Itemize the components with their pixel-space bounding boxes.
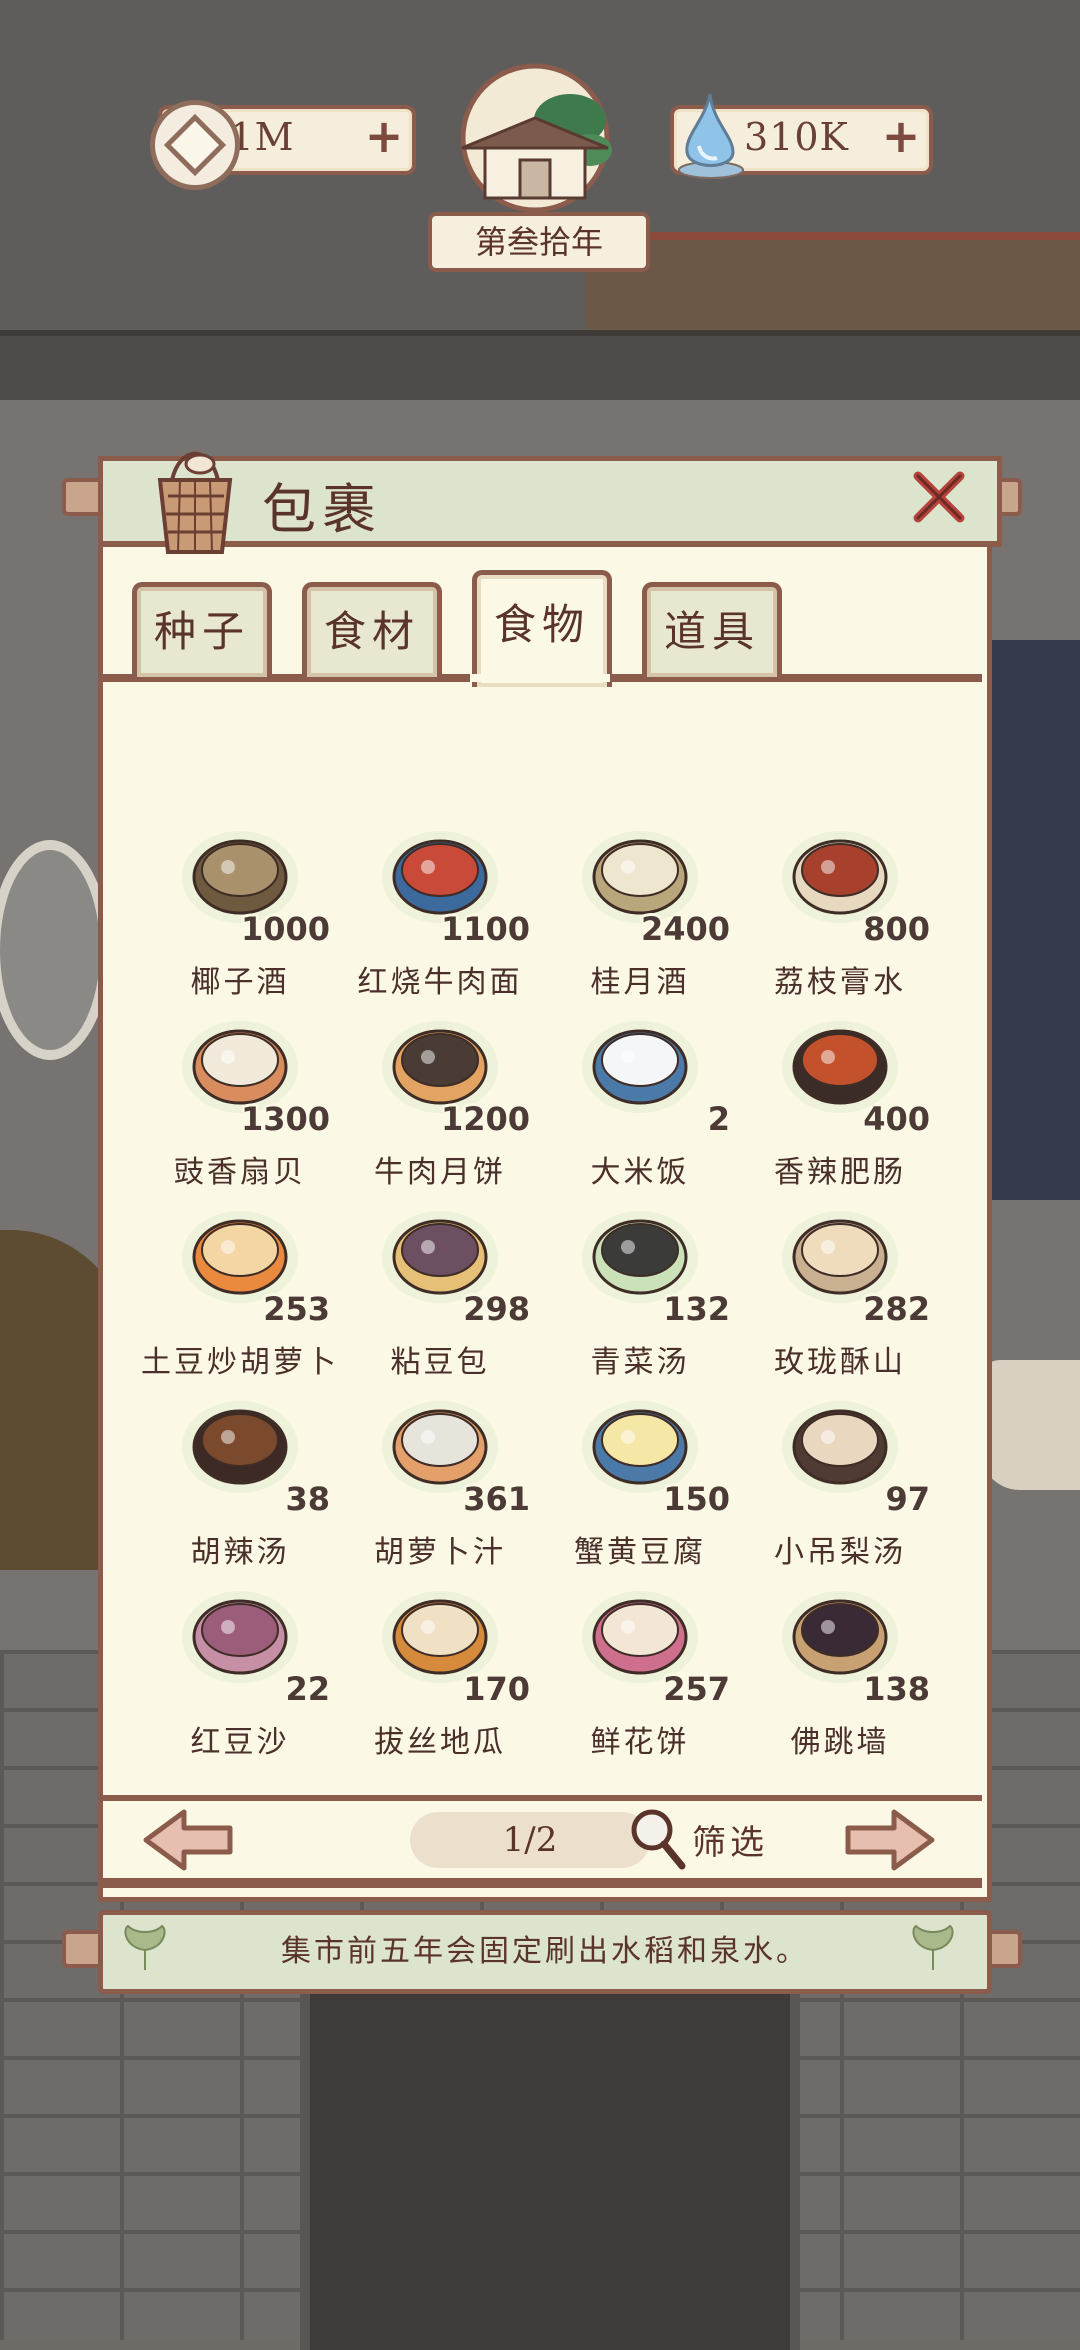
water-drop-icon	[678, 93, 744, 179]
year-label: 第叁拾年	[428, 212, 650, 272]
ginkgo-leaf-icon	[912, 1924, 954, 1970]
item-name: 香辣肥肠	[774, 1155, 906, 1190]
lychee-drink-icon	[782, 831, 898, 923]
food-item[interactable]: 1300 豉香扇贝	[140, 1005, 340, 1195]
panel-bottom-edge	[98, 1878, 982, 1888]
item-name: 佛跳墙	[790, 1725, 890, 1760]
background-curtain	[985, 640, 1080, 1200]
item-count: 361	[463, 1480, 530, 1518]
item-count: 22	[285, 1670, 330, 1708]
item-count: 2400	[640, 910, 730, 948]
candied-potato-icon	[382, 1591, 498, 1683]
spicy-intestine-icon	[782, 1021, 898, 1113]
food-item[interactable]: 22 红豆沙	[140, 1575, 340, 1765]
buddha-jumps-icon	[782, 1591, 898, 1683]
food-item[interactable]: 150 蟹黄豆腐	[540, 1385, 740, 1575]
greens-soup-icon	[582, 1211, 698, 1303]
mooncake-icon	[382, 1021, 498, 1113]
item-count: 253	[263, 1290, 330, 1328]
background-stove	[300, 1980, 800, 2350]
item-count: 97	[885, 1480, 930, 1518]
homestead-icon[interactable]	[440, 60, 630, 220]
tab-tools[interactable]: 道具	[642, 582, 782, 677]
item-name: 荔枝膏水	[774, 965, 906, 1000]
item-count: 1300	[240, 1100, 330, 1138]
next-page-arrow-icon[interactable]	[842, 1808, 938, 1872]
item-count: 282	[863, 1290, 930, 1328]
item-count: 132	[663, 1290, 730, 1328]
tab-seeds[interactable]: 种子	[132, 582, 272, 677]
bag-tabs: 种子 食材 食物 道具	[102, 570, 982, 687]
item-count: 800	[863, 910, 930, 948]
item-count: 298	[463, 1290, 530, 1328]
item-count: 150	[663, 1480, 730, 1518]
magnifier-icon[interactable]	[628, 1806, 688, 1872]
scallop-icon	[182, 1021, 298, 1113]
item-count: 1000	[240, 910, 330, 948]
pepper-soup-icon	[182, 1401, 298, 1493]
item-count: 38	[285, 1480, 330, 1518]
pear-soup-icon	[782, 1401, 898, 1493]
food-item[interactable]: 253 土豆炒胡萝卜	[140, 1195, 340, 1385]
crab-tofu-icon	[582, 1401, 698, 1493]
food-item[interactable]: 282 玫珑酥山	[740, 1195, 940, 1385]
item-count: 1200	[440, 1100, 530, 1138]
background-bowl	[980, 1360, 1080, 1490]
item-count: 257	[663, 1670, 730, 1708]
tab-ingredients[interactable]: 食材	[302, 582, 442, 677]
food-item[interactable]: 138 佛跳墙	[740, 1575, 940, 1765]
add-coins-button[interactable]: +	[364, 113, 404, 159]
beef-noodle-icon	[382, 831, 498, 923]
item-count: 138	[863, 1670, 930, 1708]
coin-icon	[150, 100, 240, 190]
bag-title: 包裹	[262, 478, 382, 541]
filter-button[interactable]: 筛选	[692, 1815, 768, 1864]
rice-bowl-icon	[582, 1021, 698, 1113]
item-count: 400	[863, 1100, 930, 1138]
food-item[interactable]: 800 荔枝膏水	[740, 815, 940, 1005]
food-item[interactable]: 2400 桂月酒	[540, 815, 740, 1005]
tip-bar: 集市前五年会固定刷出水稻和泉水。	[98, 1910, 992, 1994]
food-item[interactable]: 2 大米饭	[540, 1005, 740, 1195]
flower-cake-icon	[582, 1591, 698, 1683]
red-bean-icon	[182, 1591, 298, 1683]
basket-icon	[157, 451, 233, 554]
page-indicator: 1/2	[410, 1812, 650, 1868]
food-item[interactable]: 97 小吊梨汤	[740, 1385, 940, 1575]
item-count: 1100	[440, 910, 530, 948]
prev-page-arrow-icon[interactable]	[140, 1808, 236, 1872]
background-basket	[585, 232, 1080, 335]
food-item[interactable]: 38 胡辣汤	[140, 1385, 340, 1575]
food-item[interactable]: 170 拔丝地瓜	[340, 1575, 540, 1765]
item-count: 170	[463, 1670, 530, 1708]
coconut-wine-icon	[182, 831, 298, 923]
ginkgo-leaf-icon	[124, 1924, 166, 1970]
food-item[interactable]: 257 鲜花饼	[540, 1575, 740, 1765]
osmanthus-wine-icon	[582, 831, 698, 923]
close-icon[interactable]	[910, 468, 968, 526]
carrot-juice-icon	[382, 1401, 498, 1493]
crisp-mountain-icon	[782, 1211, 898, 1303]
item-name: 玫珑酥山	[774, 1345, 906, 1380]
potato-carrot-icon	[182, 1211, 298, 1303]
food-item[interactable]: 361 胡萝卜汁	[340, 1385, 540, 1575]
food-item[interactable]: 132 青菜汤	[540, 1195, 740, 1385]
bean-bun-icon	[382, 1211, 498, 1303]
item-name: 小吊梨汤	[774, 1535, 906, 1570]
add-water-button[interactable]: +	[881, 113, 921, 159]
food-item[interactable]: 1000 椰子酒	[140, 815, 340, 1005]
food-item[interactable]: 1100 红烧牛肉面	[340, 815, 540, 1005]
footer-divider	[98, 1795, 982, 1801]
food-item[interactable]: 1200 牛肉月饼	[340, 1005, 540, 1195]
tab-food[interactable]: 食物	[472, 570, 612, 687]
food-item[interactable]: 400 香辣肥肠	[740, 1005, 940, 1195]
active-tab-gap	[470, 674, 610, 682]
food-item[interactable]: 298 粘豆包	[340, 1195, 540, 1385]
item-count: 2	[707, 1100, 730, 1138]
